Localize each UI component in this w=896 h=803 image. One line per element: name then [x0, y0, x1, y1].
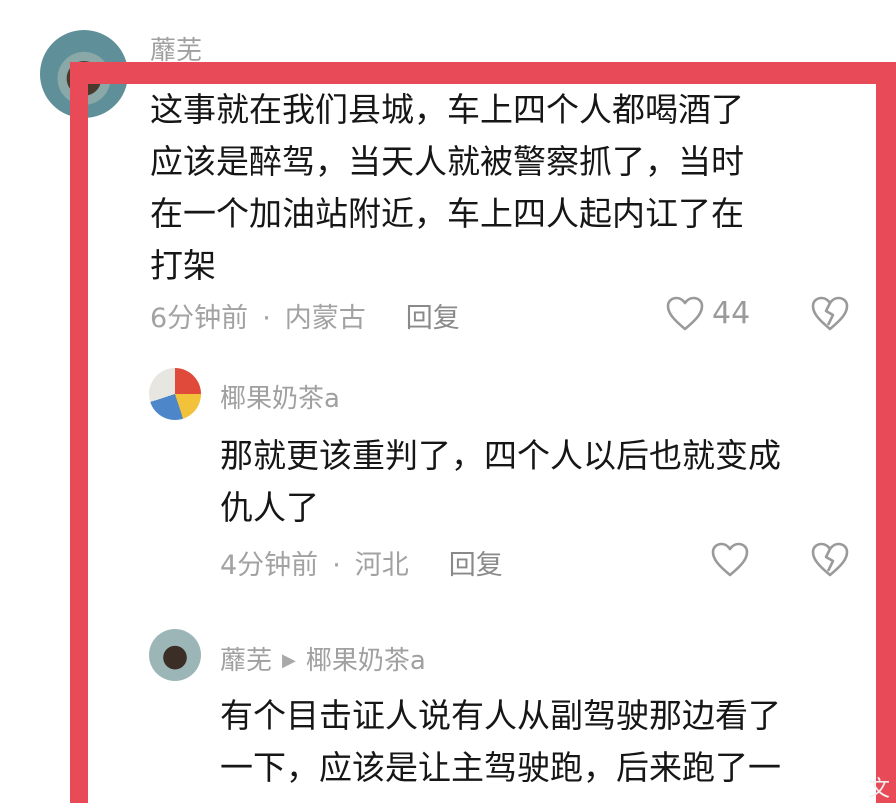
reply-meta: 4分钟前 · 河北 回复 [220, 543, 503, 582]
avatar[interactable] [40, 30, 128, 118]
avatar[interactable] [149, 629, 201, 681]
comment-text: 这事就在我们县城，车上四个人都喝酒了 应该是醉驾，当天人就被警察抓了，当时 在一… [150, 84, 744, 292]
reply-to-username[interactable]: 椰果奶茶a [306, 646, 426, 676]
broken-heart-icon[interactable] [810, 295, 850, 333]
heart-outline-icon[interactable] [710, 541, 750, 579]
reply-button[interactable]: 回复 [449, 550, 503, 581]
broken-heart-icon[interactable] [810, 541, 850, 579]
reply-username[interactable]: 蘼芜 [220, 646, 272, 676]
reply-username[interactable]: 椰果奶茶a [220, 378, 340, 415]
reply-header: 蘼芜 ▶ 椰果奶茶a [220, 640, 426, 677]
reply-text: 有个目击证人说有人从副驾驶那边看了 一下，应该是让主驾驶跑，后来跑了一 [220, 690, 781, 794]
comment-line: 打架 [150, 246, 216, 285]
comment-time: 6分钟前 [150, 303, 249, 334]
comment-line: 应该是醉驾，当天人就被警察抓了，当时 [150, 142, 744, 181]
reply-time: 4分钟前 [220, 550, 319, 581]
reply-arrow-icon: ▶ [282, 650, 296, 671]
comment-meta: 6分钟前 · 内蒙古 回复 [150, 296, 460, 335]
reply-line: 有个目击证人说有人从副驾驶那边看了 [220, 696, 781, 735]
comment-username[interactable]: 蘼芜 [150, 30, 202, 67]
avatar[interactable] [149, 368, 201, 420]
heart-outline-icon[interactable] [665, 295, 705, 333]
watermark: 文 [868, 777, 891, 802]
reply-button[interactable]: 回复 [406, 303, 460, 334]
comment-line: 这事就在我们县城，车上四个人都喝酒了 [150, 90, 744, 129]
separator-dot: · [332, 550, 341, 581]
reply-location: 河北 [354, 550, 409, 581]
like-count: 44 [712, 296, 751, 331]
comment-line: 在一个加油站附近，车上四人起内讧了在 [150, 194, 744, 233]
reply-line: 仇人了 [220, 488, 319, 527]
reply-line: 一下，应该是让主驾驶跑，后来跑了一 [220, 748, 781, 787]
reply-line: 那就更该重判了，四个人以后也就变成 [220, 436, 781, 475]
comment-location: 内蒙古 [284, 303, 366, 334]
reply-text: 那就更该重判了，四个人以后也就变成 仇人了 [220, 430, 781, 534]
separator-dot: · [262, 303, 271, 334]
